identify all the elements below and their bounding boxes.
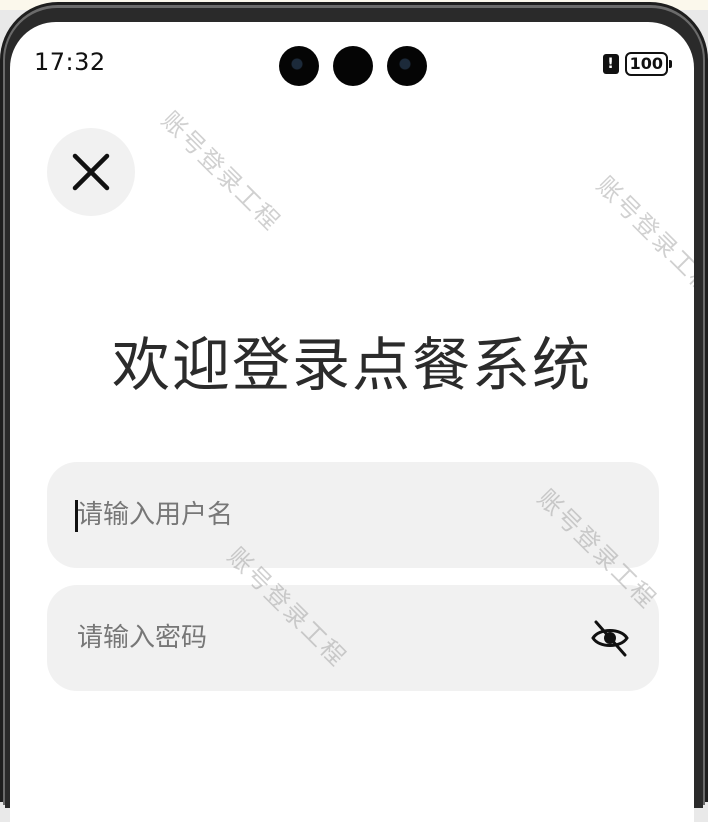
eye-off-icon (591, 620, 629, 657)
watermark-text: 账号登录工程 (590, 171, 694, 302)
alert-icon: ! (602, 54, 619, 74)
battery-level: 100 (629, 54, 663, 73)
close-icon (72, 153, 110, 191)
camera-icon (279, 46, 319, 86)
status-indicators: ! 100 (602, 52, 673, 76)
close-button[interactable] (47, 128, 135, 216)
watermark-text: 账号登录工程 (155, 106, 287, 237)
username-field-container (47, 462, 659, 568)
page-title: 欢迎登录点餐系统 (111, 331, 592, 399)
camera-icon (387, 46, 427, 86)
status-time: 17:32 (34, 48, 106, 76)
battery-icon: 100 (624, 52, 673, 76)
phone-screen: 17:32 ! 100 欢迎登录点餐系统 账号登录工程 账号登录工程 账号登录工… (10, 22, 694, 822)
password-field-container (47, 585, 659, 691)
password-input[interactable] (77, 585, 557, 691)
username-input[interactable] (77, 462, 557, 568)
sensor-icon (333, 46, 373, 86)
password-visibility-toggle[interactable] (589, 617, 631, 659)
